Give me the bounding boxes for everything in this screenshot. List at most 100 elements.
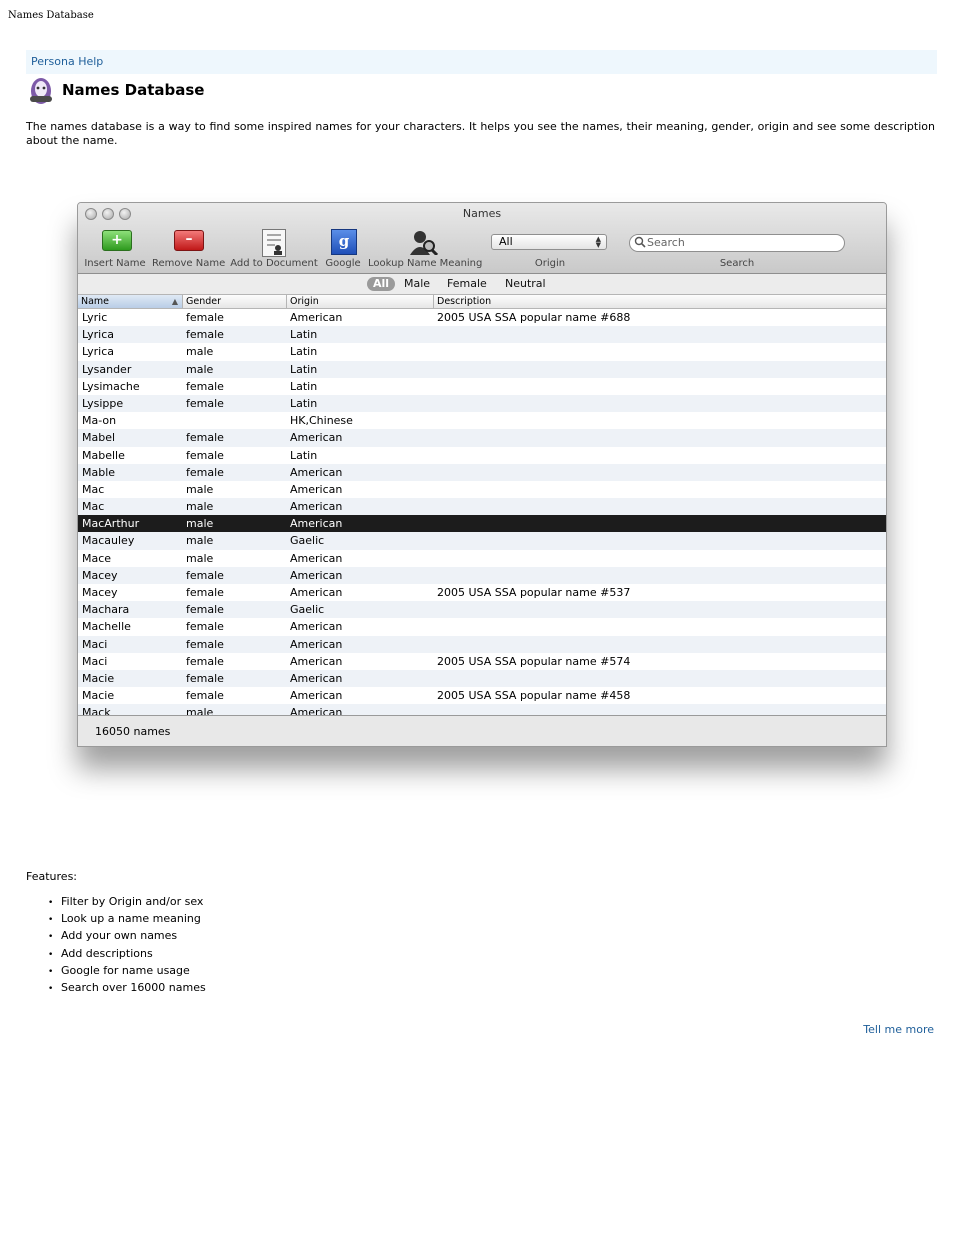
persona-help-link[interactable]: Persona Help <box>31 55 103 68</box>
table-row[interactable]: Mabel female American <box>78 429 886 447</box>
table-row[interactable]: Maci female American <box>78 635 886 653</box>
cell-gender: female <box>186 431 224 445</box>
feature-item: Search over 16000 names <box>48 981 206 999</box>
table-row[interactable]: Machelle female American <box>78 618 886 635</box>
table-row[interactable]: Ma-on HK,Chinese <box>78 412 886 429</box>
google-label: Google <box>325 258 361 269</box>
names-window: Names + Insert Name – Remove Name Add to… <box>77 202 887 747</box>
cell-origin: American <box>290 568 343 582</box>
cell-description: 2005 USA SSA popular name #688 <box>437 311 631 324</box>
cell-name: Lyrica <box>82 345 114 359</box>
feature-item: Add descriptions <box>48 947 206 965</box>
cell-description: 2005 USA SSA popular name #458 <box>437 689 631 703</box>
table-row[interactable]: Mable female American <box>78 463 886 481</box>
origin-group: All ▲ ▼ Origin <box>490 230 610 270</box>
filter-male[interactable]: Male <box>398 277 436 291</box>
table-row[interactable]: Mac male American <box>78 498 886 516</box>
cell-gender: female <box>186 637 224 651</box>
persona-app-icon <box>30 78 52 104</box>
search-icon <box>634 236 646 248</box>
table-row[interactable]: Lyrica female Latin <box>78 326 886 344</box>
name-count: 16050 names <box>95 725 171 738</box>
search-group: Search Search <box>626 230 848 270</box>
cell-origin: Latin <box>290 328 318 342</box>
document-icon <box>262 229 286 257</box>
cell-origin: Gaelic <box>290 534 325 548</box>
sort-ascending-icon: ▲ <box>171 297 178 306</box>
cell-name: Lysander <box>82 362 132 376</box>
feature-item: Google for name usage <box>48 964 206 982</box>
tell-me-more-link[interactable]: Tell me more <box>863 1023 934 1036</box>
column-header-gender[interactable]: Gender <box>183 295 287 308</box>
cell-gender: female <box>186 448 224 462</box>
table-row[interactable]: Machara female Gaelic <box>78 601 886 619</box>
table-row[interactable]: Lysimache female Latin <box>78 378 886 395</box>
gender-filter-bar: All Male Female Neutral <box>78 274 886 295</box>
intro-text: The names database is a way to find some… <box>26 120 935 147</box>
cell-origin: American <box>290 620 343 634</box>
table-row[interactable]: Macie female American 2005 USA SSA popular … <box>78 687 886 704</box>
cell-origin: American <box>290 637 343 651</box>
cell-name: Macauley <box>82 534 135 548</box>
feature-item: Add your own names <box>48 930 206 947</box>
origin-select[interactable]: All ▲ ▼ <box>491 234 607 250</box>
table-row[interactable]: Lysander male Latin <box>78 360 886 378</box>
remove-name-button[interactable]: – Remove Name <box>152 230 225 270</box>
table-row[interactable]: Mabelle female Latin <box>78 447 886 464</box>
column-header-description[interactable]: Description <box>434 295 886 308</box>
cell-gender: male <box>186 551 214 565</box>
cell-origin: American <box>290 706 343 716</box>
add-to-document-button[interactable]: Add to Document <box>230 229 318 270</box>
plus-icon: + <box>102 230 132 251</box>
cell-gender: male <box>186 482 214 496</box>
table-row[interactable]: Macey female American 2005 USA SSA popular … <box>78 584 886 601</box>
cell-gender: female <box>186 379 224 393</box>
table-row[interactable]: Lysippe female Latin <box>78 394 886 413</box>
minus-icon: – <box>174 230 204 251</box>
table-body: Lyric female American 2005 USA SSA popular … <box>78 309 886 716</box>
search-input[interactable]: Search <box>629 234 845 252</box>
insert-name-label: Insert Name <box>84 258 146 269</box>
filter-female[interactable]: Female <box>441 277 493 291</box>
table-row[interactable]: MacArthur male American <box>78 515 886 533</box>
cell-name: Mace <box>82 551 112 565</box>
origin-label: Origin <box>534 258 566 269</box>
table-row[interactable]: Macey female American <box>78 566 886 584</box>
cell-origin: American <box>290 551 343 565</box>
table-row[interactable]: Maci female American 2005 USA SSA popular n… <box>78 653 886 670</box>
status-bar: 16050 names <box>78 716 886 746</box>
filter-all[interactable]: All <box>367 277 396 291</box>
features-list: Filter by Origin and/or sexLook up a nam… <box>48 895 206 999</box>
insert-name-button[interactable]: + Insert Name <box>80 230 150 270</box>
cell-gender: male <box>186 500 214 514</box>
table-row[interactable]: Mace male American <box>78 550 886 567</box>
filter-neutral[interactable]: Neutral <box>499 277 552 291</box>
table-row[interactable]: Mack male American <box>78 704 886 716</box>
cell-gender: male <box>186 362 214 376</box>
cell-name: Machelle <box>82 620 131 634</box>
column-header-origin[interactable]: Origin <box>287 295 434 308</box>
cell-gender: female <box>186 465 224 479</box>
cell-origin: American <box>290 586 343 599</box>
cell-name: Lyrica <box>82 328 114 342</box>
table-row[interactable]: Mac male American <box>78 481 886 498</box>
cell-name: Mabel <box>82 431 116 445</box>
cell-name: Ma-on <box>82 414 117 428</box>
table-row[interactable]: Macie female American <box>78 669 886 688</box>
cell-name: Machara <box>82 603 130 617</box>
names-table: Name ▲ Gender Origin Description Lyric fe… <box>78 295 886 716</box>
cell-name: Macey <box>82 568 118 582</box>
column-header-name[interactable]: Name ▲ <box>78 295 183 308</box>
lookup-name-meaning-label: Lookup Name Meaning <box>368 258 483 269</box>
table-row[interactable]: Lyrica male Latin <box>78 343 886 360</box>
cell-origin: American <box>290 500 343 514</box>
cell-name: Mack <box>82 706 111 716</box>
search-placeholder: Search <box>647 236 685 249</box>
google-button[interactable]: g Google <box>322 229 364 270</box>
cell-origin: American <box>290 671 343 685</box>
page-header: Names Database <box>8 10 94 21</box>
cell-origin: Latin <box>290 362 318 376</box>
table-row[interactable]: Lyric female American 2005 USA SSA popular … <box>78 309 886 326</box>
lookup-name-meaning-button[interactable]: Lookup Name Meaning <box>368 230 483 270</box>
table-row[interactable]: Macauley male Gaelic <box>78 532 886 550</box>
